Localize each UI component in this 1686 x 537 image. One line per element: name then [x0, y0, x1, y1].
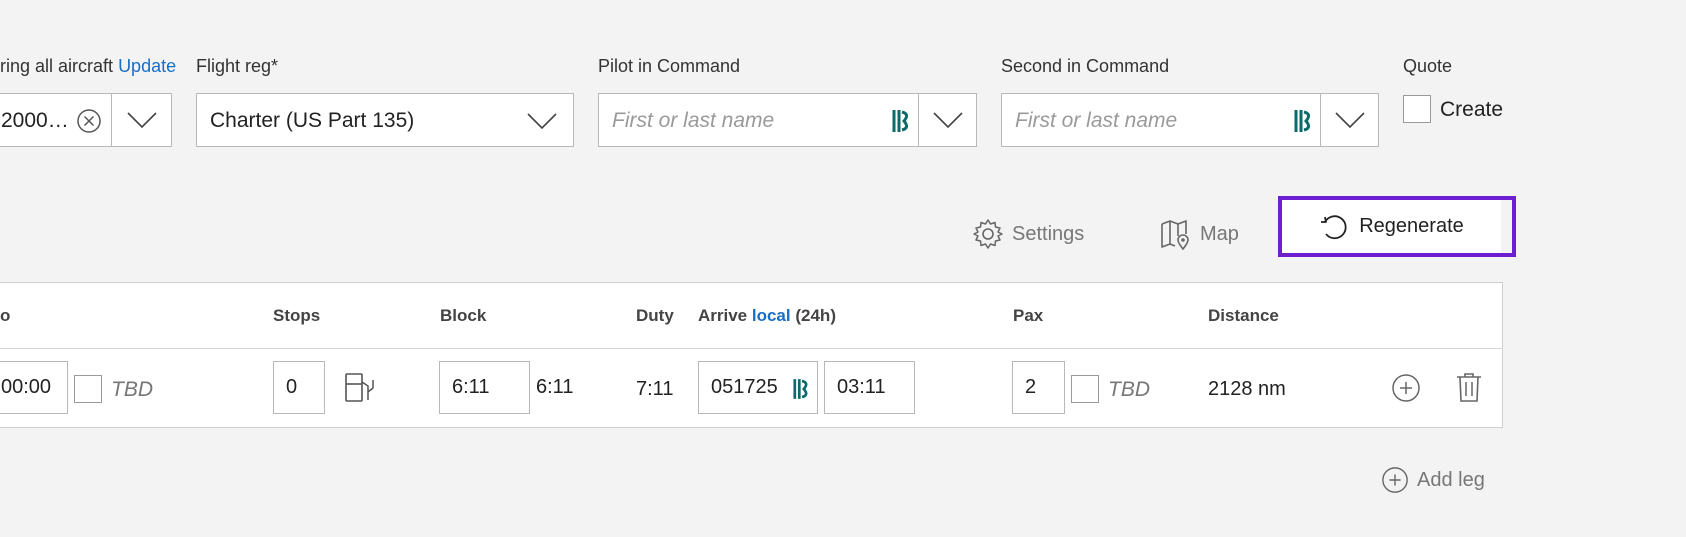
depart-tbd-checkbox[interactable] — [74, 375, 102, 403]
header-pax: Pax — [1013, 306, 1044, 325]
regenerate-highlight: Regenerate — [1278, 196, 1516, 257]
settings-label: Settings — [1012, 222, 1085, 245]
sic-label: Second in Command — [1001, 56, 1170, 76]
clear-icon[interactable] — [76, 108, 102, 139]
depart-time-input[interactable]: 00:00 — [0, 361, 68, 414]
depart-tbd-label: TBD — [111, 378, 153, 401]
regenerate-button[interactable]: Regenerate — [1282, 200, 1501, 253]
pic-label: Pilot in Command — [598, 56, 741, 76]
block-input[interactable]: 6:11 — [439, 361, 530, 414]
flight-reg-label: Flight reg* — [196, 56, 279, 76]
header-block: Block — [440, 306, 487, 325]
chevron-down-icon — [1334, 112, 1365, 128]
header-arrive: Arrive local (24h) — [698, 306, 836, 325]
header-partial-link[interactable]: o — [0, 306, 10, 326]
add-leg-button[interactable]: Add leg — [1381, 466, 1485, 494]
map-label: Map — [1200, 222, 1239, 245]
quote-create-checkbox[interactable] — [1403, 95, 1431, 123]
duty-value: 7:11 — [636, 378, 674, 400]
trash-icon[interactable] — [1455, 371, 1483, 408]
block-value: 6:11 — [536, 376, 574, 398]
arrive-date-input[interactable]: 051725 — [698, 361, 818, 414]
refresh-icon — [1321, 214, 1347, 239]
quote-create-label: Create — [1440, 98, 1504, 121]
chevron-down-icon — [932, 112, 963, 128]
aircraft-dropdown-button[interactable] — [111, 94, 171, 146]
sic-input[interactable]: First or last name — [1015, 109, 1177, 133]
chevron-down-icon — [527, 113, 557, 129]
quote-label: Quote — [1403, 56, 1453, 76]
distance-value: 2128 nm — [1208, 378, 1286, 400]
fuel-pump-icon[interactable] — [344, 372, 376, 409]
header-divider — [0, 348, 1502, 349]
lookup-icon[interactable] — [1294, 108, 1314, 139]
pax-tbd-label: TBD — [1108, 378, 1150, 401]
header-duty: Duty — [636, 306, 674, 325]
arrive-local-link[interactable]: local — [752, 306, 791, 325]
map-icon — [1161, 220, 1189, 250]
map-button[interactable]: Map — [1160, 218, 1239, 250]
aircraft-label: ring all aircraft Update — [0, 56, 177, 76]
pic-field[interactable]: First or last name — [598, 93, 977, 147]
lookup-icon[interactable] — [793, 377, 811, 406]
update-link[interactable]: Update — [118, 56, 176, 76]
plus-circle-icon — [1382, 467, 1408, 493]
flight-reg-value: Charter (US Part 135) — [210, 109, 415, 132]
stops-input[interactable]: 0 — [273, 361, 325, 414]
header-distance: Distance — [1208, 306, 1279, 325]
pic-dropdown-button[interactable] — [918, 94, 976, 146]
header-stops: Stops — [273, 306, 321, 325]
arrive-time-input[interactable]: 03:11 — [824, 361, 915, 414]
lookup-icon[interactable] — [892, 108, 912, 139]
pax-tbd-checkbox[interactable] — [1071, 375, 1099, 403]
add-row-icon[interactable] — [1391, 373, 1421, 408]
gear-icon — [973, 219, 1003, 249]
add-leg-label: Add leg — [1417, 468, 1485, 491]
sic-field[interactable]: First or last name — [1001, 93, 1379, 147]
aircraft-select[interactable]: 2000… — [0, 93, 172, 147]
aircraft-value: 2000… — [1, 109, 69, 132]
chevron-down-icon — [126, 112, 157, 128]
regenerate-label: Regenerate — [1359, 215, 1464, 237]
pax-input[interactable]: 2 — [1012, 361, 1065, 414]
pic-input[interactable]: First or last name — [612, 109, 774, 133]
sic-dropdown-button[interactable] — [1320, 94, 1378, 146]
flight-reg-select[interactable]: Charter (US Part 135) — [196, 93, 574, 147]
settings-button[interactable]: Settings — [972, 218, 1084, 250]
